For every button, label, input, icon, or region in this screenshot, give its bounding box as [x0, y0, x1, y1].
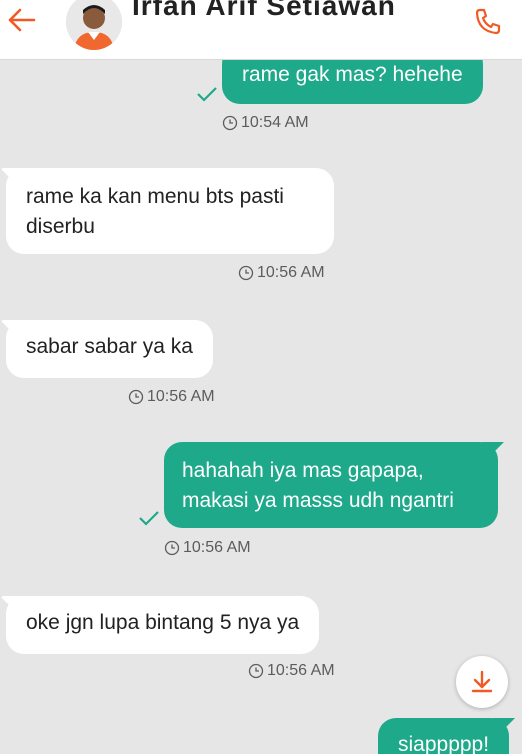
- avatar[interactable]: [66, 0, 122, 50]
- arrow-left-icon[interactable]: [4, 2, 40, 38]
- download-arrow-icon: [471, 670, 493, 693]
- message-timestamp: 10:56 AM: [248, 662, 335, 680]
- contact-name[interactable]: Irfan Arif Setiawan: [132, 0, 396, 22]
- read-check-icon: [139, 511, 159, 526]
- outgoing-message-bubble[interactable]: siappppp!: [378, 718, 510, 754]
- message-timestamp: 10:54 AM: [222, 114, 309, 132]
- incoming-message-bubble[interactable]: sabar sabar ya ka: [6, 320, 213, 378]
- message-text-line: rame ka kan menu bts pasti: [26, 185, 284, 208]
- message-text: oke jgn lupa bintang 5 nya ya: [26, 611, 300, 634]
- person-photo-icon: [66, 0, 122, 50]
- message-text: sabar sabar ya ka: [26, 335, 193, 358]
- chat-area: rame gak mas? hehehe 10:54 AM rame ka ka…: [0, 0, 522, 754]
- chat-header: Irfan Arif Setiawan: [0, 0, 522, 60]
- clock-icon: [248, 663, 264, 679]
- clock-icon: [128, 389, 144, 405]
- incoming-message-bubble[interactable]: rame ka kan menu bts pasti diserbu: [6, 168, 334, 254]
- message-timestamp: 10:56 AM: [128, 388, 215, 406]
- phone-icon[interactable]: [470, 4, 506, 40]
- message-text: rame gak mas? hehehe: [242, 63, 463, 86]
- message-text-line: makasi ya masss udh ngantri: [182, 489, 454, 512]
- message-text-line: hahahah iya mas gapapa,: [182, 459, 424, 482]
- clock-icon: [222, 115, 238, 131]
- message-text: siappppp!: [398, 733, 490, 754]
- message-timestamp: 10:56 AM: [238, 264, 325, 282]
- message-text-line: diserbu: [26, 215, 95, 238]
- outgoing-message-bubble[interactable]: hahahah iya mas gapapa, makasi ya masss …: [164, 442, 498, 528]
- message-timestamp: 10:56 AM: [164, 539, 251, 557]
- incoming-message-bubble[interactable]: oke jgn lupa bintang 5 nya ya: [6, 596, 320, 654]
- read-check-icon: [197, 87, 217, 102]
- scroll-to-bottom-button[interactable]: [456, 656, 508, 708]
- clock-icon: [238, 265, 254, 281]
- clock-icon: [164, 540, 180, 556]
